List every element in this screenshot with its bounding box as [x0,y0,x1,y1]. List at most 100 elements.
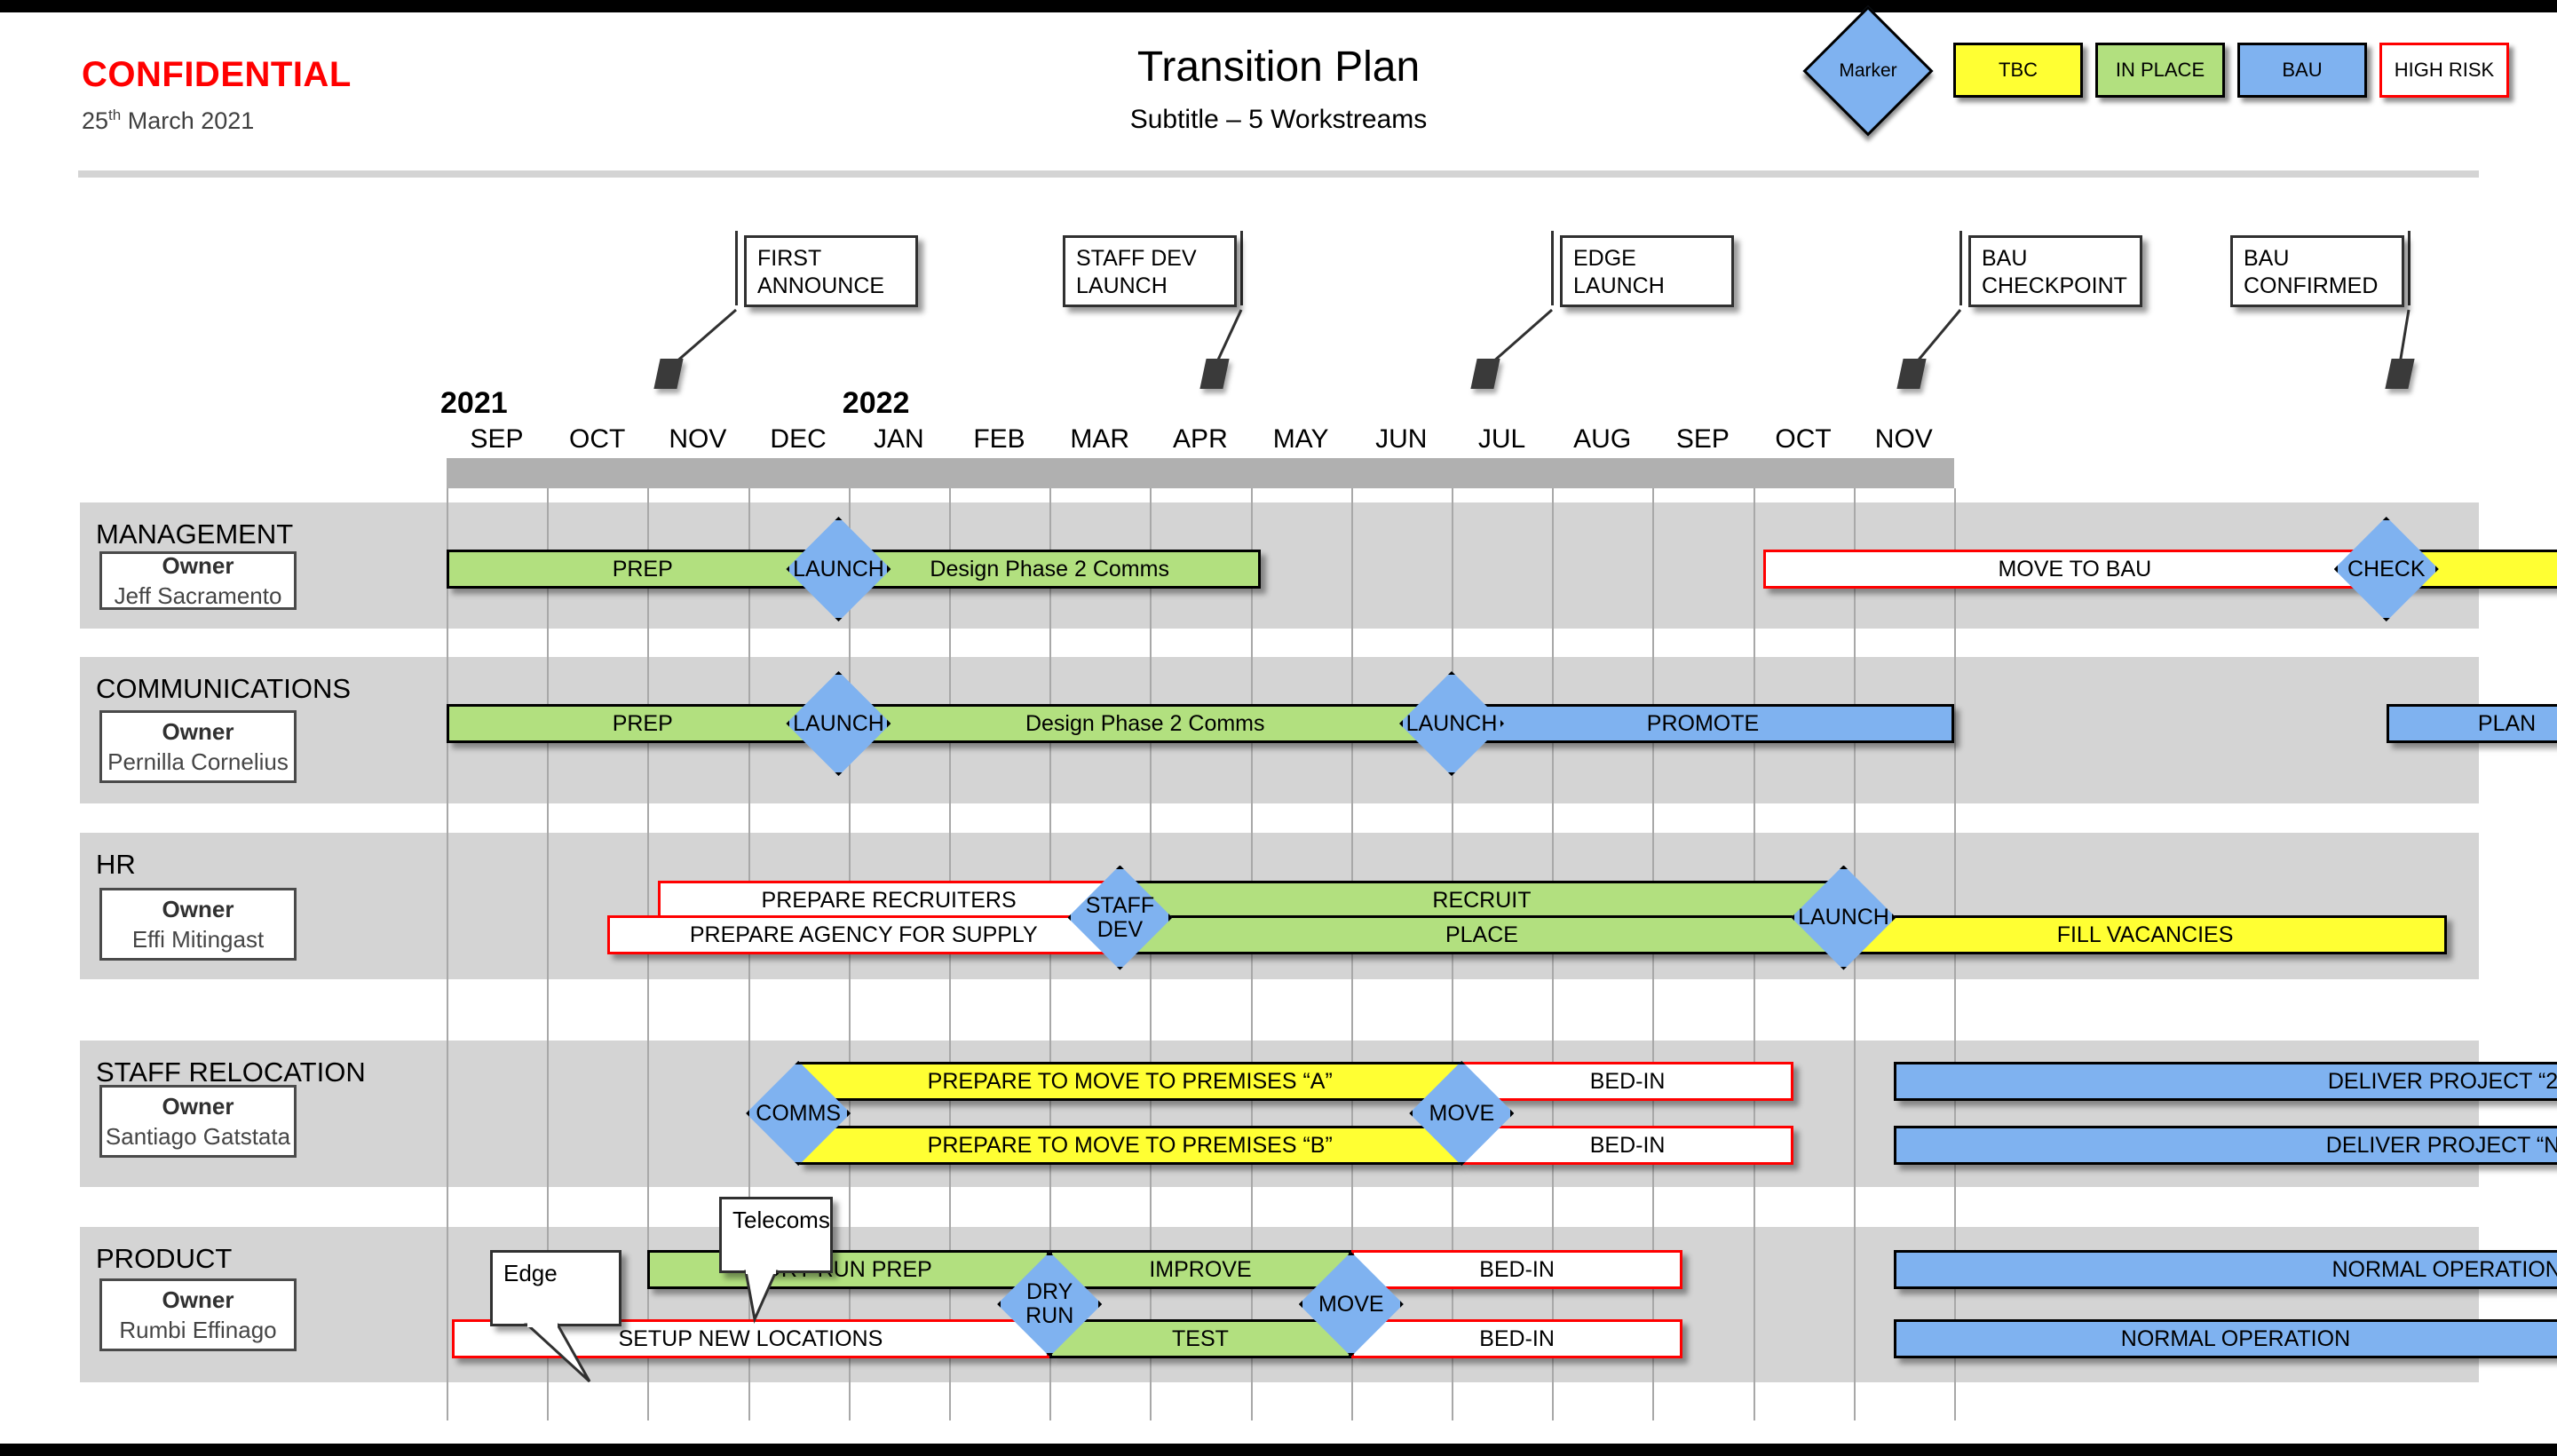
task-bar: DELIVER PROJECT “2” [1894,1062,2557,1101]
milestone-callout: FIRST ANNOUNCE [744,235,918,307]
diamond-label: CHECK [2347,556,2426,582]
milestone-flag-icon [1199,359,1230,389]
header-divider [78,170,2479,178]
callout-stub [1959,231,1962,305]
task-bar: PLACE [1120,915,1844,954]
task-bar: Design Phase 2 Comms [838,704,1452,743]
callout-stub [1240,231,1243,305]
legend-marker-diamond: Marker [1802,5,1934,137]
month-label: MAR [1070,424,1130,454]
owner-title: Owner [162,895,234,922]
month-label: FEB [973,424,1025,454]
task-bar: PREPARE RECRUITERS [657,881,1120,920]
month-label: MAY [1272,424,1329,454]
milestone-diamond: CHECK [2333,517,2439,621]
owner-title: Owner [162,1092,234,1120]
diamond-label: STAFF DEV [1085,892,1155,942]
milestone-callout: EDGE LAUNCH [1560,235,1734,307]
milestone-flag-icon [2385,359,2415,389]
milestone-callout: BAU CHECKPOINT [1968,235,2142,307]
milestone-diamond: LAUNCH [1791,865,1896,970]
milestone-diamond: DRY RUN [997,1252,1103,1357]
callout-stub [1551,231,1554,305]
workstream-label: COMMUNICATIONS [96,673,352,704]
edge-callout: Edge [490,1250,621,1326]
owner-name: Effi Mitingast [131,925,265,953]
owner-name: Santiago Gatstata [105,1122,291,1150]
year-label-2021: 2021 [440,386,508,420]
legend-item-in-place: IN PLACE [2095,43,2225,98]
owner-box: Owner Rumbi Effinago [99,1278,297,1351]
legend-marker-label: Marker [1839,60,1897,81]
legend-item-bau: BAU [2237,43,2367,98]
month-label: SEP [470,424,524,454]
callout-tail [719,1269,826,1351]
owner-box: Owner Jeff Sacramento [99,551,297,610]
task-bar: FILL VACANCIES [1843,915,2447,954]
legend-item-high-risk: HIGH RISK [2379,43,2509,98]
owner-title: Owner [162,717,234,745]
task-bar: PREPARE AGENCY FOR SUPPLY [607,915,1120,954]
owner-box: Owner Effi Mitingast [99,888,297,961]
callout-stub [735,231,738,305]
slide-canvas: CONFIDENTIAL 25th March 2021 Transition … [0,0,2557,1456]
milestone-diamond: LAUNCH [786,671,891,776]
bottom-border [0,1444,2557,1456]
milestone-diamond: LAUNCH [786,517,891,621]
month-label: AUG [1573,424,1632,454]
task-bar: RECRUIT [1120,881,1844,920]
task-bar: Design Phase 2 Comms [838,550,1261,589]
owner-title: Owner [162,551,234,579]
workstream-label: HR [96,849,136,880]
grid-line [447,488,448,1420]
callout-stub [2408,231,2411,305]
task-bar: PLAN [2386,704,2557,743]
grid-line [1753,488,1755,1420]
month-label: NOV [1874,424,1933,454]
month-label: OCT [1775,424,1832,454]
task-bar: MOVE TO BAU [1762,550,2387,589]
task-bar: PREP [447,704,839,743]
owner-box: Owner Santiago Gatstata [99,1085,297,1158]
diamond-label: DRY RUN [1025,1279,1074,1328]
task-bar: DELIVER PROJECT “N” [1894,1126,2557,1165]
owner-box: Owner Pernilla Cornelius [99,710,297,783]
diamond-label: LAUNCH [1798,905,1889,930]
task-bar: PREP [447,550,839,589]
diamond-label: MOVE [1318,1291,1384,1317]
workstream-label: PRODUCT [96,1243,233,1274]
axis-band [447,458,1954,488]
month-label: APR [1173,424,1228,454]
diamond-label: COMMS [756,1100,842,1126]
diamond-label: LAUNCH [793,556,884,582]
month-label: SEP [1675,424,1730,454]
month-label: DEC [770,424,827,454]
workstream-label: MANAGEMENT [96,518,294,550]
year-label-2022: 2022 [842,386,910,420]
diamond-label: LAUNCH [1405,710,1498,736]
legend-item-tbc: TBC [1953,43,2083,98]
milestone-diamond: MOVE [1409,1061,1515,1166]
milestone-flag-icon [1470,359,1500,389]
month-label: NOV [669,424,727,454]
task-bar: NORMAL OPERATION [1894,1250,2557,1289]
milestone-callout: STAFF DEV LAUNCH [1063,235,1237,307]
task-bar: DRY RUN PREP [647,1250,1050,1289]
page-subtitle: Subtitle – 5 Workstreams [1129,105,1428,134]
milestone-callout: BAU CONFIRMED [2230,235,2404,307]
month-label: JUN [1375,424,1428,454]
milestone-flag-icon [653,359,684,389]
top-border [0,0,2557,12]
milestone-flag-icon [1896,359,1927,389]
milestone-diamond: MOVE [1298,1252,1404,1357]
owner-name: Rumbi Effinago [119,1316,277,1343]
milestone-diamond: STAFF DEV [1067,865,1173,970]
month-label: OCT [569,424,626,454]
diamond-label: MOVE [1429,1100,1495,1126]
diamond-label: LAUNCH [793,710,884,736]
milestone-diamond: LAUNCH [1399,671,1504,776]
task-bar: NORMAL OPERATION [1894,1319,2557,1358]
telecoms-callout: Telecoms [719,1197,833,1273]
task-bar: PREPARE TO MOVE TO PREMISES “B” [798,1126,1462,1165]
milestone-diamond: COMMS [746,1061,851,1166]
